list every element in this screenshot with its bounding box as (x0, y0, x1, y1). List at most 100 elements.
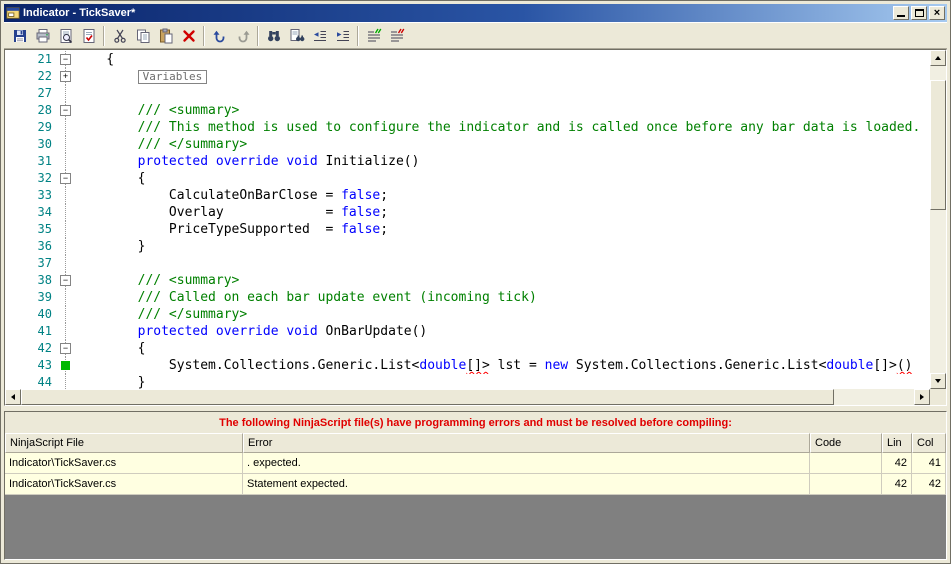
code-token: void (286, 324, 318, 339)
fold-collapse-icon[interactable]: − (60, 343, 71, 354)
fold-margin (57, 323, 75, 340)
titlebar[interactable]: Indicator - TickSaver* × (4, 4, 947, 22)
vertical-scrollbar[interactable] (930, 50, 946, 389)
save-icon (13, 29, 26, 42)
code-text[interactable]: { (75, 51, 930, 68)
code-text[interactable] (75, 85, 930, 102)
fold-guide-line (65, 136, 66, 153)
horizontal-scroll-track[interactable] (21, 389, 914, 405)
code-area[interactable]: 21− {22 + Variables 27 28− /// <summary> 29 … (5, 50, 930, 389)
code-text[interactable]: protected override void OnBarUpdate() (75, 323, 930, 340)
horizontal-scroll-thumb[interactable] (21, 389, 834, 405)
vertical-scroll-track[interactable] (930, 66, 946, 373)
code-text[interactable]: CalculateOnBarClose = false; (75, 187, 930, 204)
code-text[interactable]: Overlay = false; (75, 204, 930, 221)
find-button[interactable] (262, 25, 285, 47)
code-line: 43 System.Collections.Generic.List<doubl… (5, 357, 930, 374)
scroll-left-button[interactable] (5, 389, 21, 405)
fold-expand-icon[interactable]: + (60, 71, 71, 82)
code-token: false (341, 188, 381, 203)
scroll-right-button[interactable] (914, 389, 930, 405)
column-header-ninjascript-file[interactable]: NinjaScript File (5, 433, 243, 453)
fold-collapse-icon[interactable]: − (60, 173, 71, 184)
code-text[interactable]: /// </summary> (75, 136, 930, 153)
code-text[interactable]: /// <summary> (75, 272, 930, 289)
code-text[interactable]: /// This method is used to configure the… (75, 119, 930, 136)
column-header-col[interactable]: Col (912, 433, 946, 453)
code-text[interactable]: PriceTypeSupported = false; (75, 221, 930, 238)
code-text[interactable]: /// Called on each bar update event (inc… (75, 289, 930, 306)
error-row[interactable]: Indicator\TickSaver.cs Statement expected… (5, 474, 946, 495)
delete-icon (182, 29, 195, 42)
column-header-code[interactable]: Code (810, 433, 882, 453)
column-header-error[interactable]: Error (243, 433, 810, 453)
line-number: 21 (37, 52, 52, 66)
minimize-button[interactable] (893, 6, 909, 20)
redo-button[interactable] (231, 25, 254, 47)
window-title: Indicator - TickSaver* (23, 7, 136, 19)
fold-collapse-icon[interactable]: − (60, 54, 71, 65)
code-text[interactable] (75, 255, 930, 272)
fold-guide-line (65, 221, 66, 238)
close-button[interactable]: × (929, 6, 945, 20)
collapsed-region-box[interactable]: Variables (137, 70, 208, 84)
fold-guide-line (65, 85, 66, 102)
vertical-scroll-thumb[interactable] (930, 80, 946, 210)
code-text[interactable]: /// </summary> (75, 306, 930, 323)
line-number: 40 (37, 307, 52, 321)
code-line: 38− /// <summary> (5, 272, 930, 289)
fold-collapse-icon[interactable]: − (60, 105, 71, 116)
editor-main: 21− {22 + Variables 27 28− /// <summary> 29 … (5, 50, 946, 389)
arrow-right-icon (920, 394, 924, 400)
fold-margin: − (57, 340, 75, 357)
comment-button[interactable] (362, 25, 385, 47)
line-number: 34 (37, 205, 52, 219)
fold-margin (57, 289, 75, 306)
line-number: 39 (37, 290, 52, 304)
code-text[interactable]: { (75, 170, 930, 187)
undo-button[interactable] (208, 25, 231, 47)
code-token: override (215, 154, 279, 169)
replace-button[interactable] (285, 25, 308, 47)
column-header-lin[interactable]: Lin (882, 433, 912, 453)
save-button[interactable] (8, 25, 31, 47)
validate-button[interactable] (77, 25, 100, 47)
arrow-left-icon (11, 394, 15, 400)
uncomment-button[interactable] (385, 25, 408, 47)
code-text[interactable]: protected override void Initialize() (75, 153, 930, 170)
code-text[interactable]: /// <summary> (75, 102, 930, 119)
scroll-up-button[interactable] (930, 50, 946, 66)
fold-guide-line (65, 374, 66, 389)
code-text[interactable]: { (75, 340, 930, 357)
print-preview-button[interactable] (54, 25, 77, 47)
code-token: double (826, 358, 874, 373)
arrow-up-icon (935, 56, 941, 60)
delete-button[interactable] (177, 25, 200, 47)
copy-button[interactable] (131, 25, 154, 47)
code-token: ; (380, 188, 389, 203)
comment-icon (367, 28, 381, 41)
close-icon: × (933, 6, 941, 19)
code-text[interactable]: } (75, 374, 930, 389)
indent-decrease-button[interactable] (308, 25, 331, 47)
fold-margin: − (57, 51, 75, 68)
fold-guide-line (65, 289, 66, 306)
scroll-down-button[interactable] (930, 373, 946, 389)
toolbar-separator (203, 25, 205, 46)
maximize-button[interactable] (911, 6, 927, 20)
error-row[interactable]: Indicator\TickSaver.cs. expected. 42 41 (5, 453, 946, 474)
print-button[interactable] (31, 25, 54, 47)
indent-increase-button[interactable] (331, 25, 354, 47)
code-text[interactable]: System.Collections.Generic.List<double[]… (75, 357, 930, 374)
paste-button[interactable] (154, 25, 177, 47)
code-token: []> (873, 358, 897, 373)
cut-button[interactable] (108, 25, 131, 47)
horizontal-scrollbar[interactable] (5, 389, 930, 405)
line-number: 41 (37, 324, 52, 338)
code-text[interactable]: } (75, 238, 930, 255)
code-token: void (286, 154, 318, 169)
fold-collapse-icon[interactable]: − (60, 275, 71, 286)
cell-error: Statement expected. (243, 474, 810, 494)
fold-guide-line (65, 119, 66, 136)
code-text[interactable]: Variables (75, 68, 930, 85)
